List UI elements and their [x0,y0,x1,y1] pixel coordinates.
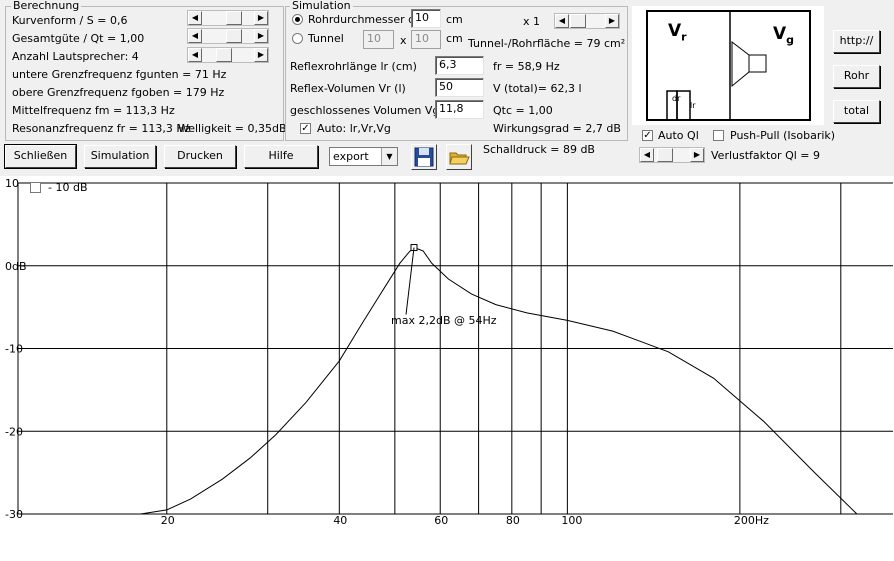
wirkungsgrad-label: Wirkungsgrad = 2,7 dB [493,122,621,135]
y-tick-label: -10 [5,343,23,356]
dr-input[interactable]: 10 [411,9,441,28]
x-tick-label: 20 [161,514,175,527]
scroll-right-icon[interactable]: ▶ [254,11,268,25]
lautsprecher-label: Anzahl Lautsprecher: 4 [12,50,139,63]
lr-input[interactable]: 6,3 [435,56,484,75]
scroll-left-icon[interactable]: ◀ [188,29,202,43]
fgoben-label: obere Grenzfrequenz fgoben = 179 Hz [12,86,225,99]
kurvenform-scrollbar[interactable]: ◀ ▶ [187,10,269,26]
scroll-left-icon[interactable]: ◀ [640,148,654,162]
fr-result: fr = 58,9 Hz [493,60,560,73]
x-tick-label: 40 [333,514,347,527]
y-tick-label: -30 [5,508,23,521]
minus10-checkbox[interactable] [30,182,41,193]
fr-label: Resonanzfrequenz fr = 113,3 Hz [12,122,191,135]
enclosure-diagram: Vr Vg dr lr [632,6,824,125]
fgunten-label: untere Grenzfrequenz fgunten = 71 Hz [12,68,227,81]
open-button[interactable] [446,144,472,170]
guete-scrollbar[interactable]: ◀ ▶ [187,28,269,44]
peak-leader-line [405,247,415,315]
vg-label: Vg [773,24,795,47]
tunnel-height-input[interactable]: 10 [411,30,441,49]
rohr-button[interactable]: Rohr [833,65,880,88]
export-select-value: export [333,150,369,163]
x-tick-label: 80 [506,514,520,527]
vr-label: Reflex-Volumen Vr (l) [290,82,406,95]
vr-input[interactable]: 50 [435,78,484,97]
lr-label: Reflexrohrlänge lr (cm) [290,60,417,73]
push-pull-label[interactable]: Push-Pull (Isobarik) [730,129,835,142]
vtotal-label: V (total)= 62,3 l [493,82,582,95]
y-tick-label: 10 [5,177,19,190]
total-button[interactable]: total [833,100,880,123]
minus10-label[interactable]: - 10 dB [48,181,88,194]
scroll-left-icon[interactable]: ◀ [188,11,202,25]
sim-group-legend: Simulation [290,0,353,12]
http-button[interactable]: http:// [833,30,880,53]
tunnel-radio[interactable] [292,33,303,44]
floppy-disk-icon [414,147,434,167]
dr-diagram-label: dr [672,94,681,103]
folder-open-icon [449,152,470,165]
simulation-button[interactable]: Simulation [84,145,156,168]
kurvenform-label: Kurvenform / S = 0,6 [12,14,128,27]
lautsprecher-scrollbar[interactable]: ◀ ▶ [187,47,269,63]
x-tick-label: 200Hz [734,514,769,527]
scroll-right-icon[interactable]: ▶ [690,148,704,162]
lr-diagram-label: lr [690,101,696,110]
scroll-thumb[interactable] [570,14,586,28]
rohr-radio[interactable] [292,14,303,25]
chevron-down-icon[interactable]: ▼ [381,148,397,165]
verlustfaktor-label: Verlustfaktor Ql = 9 [711,149,821,162]
y-tick-label: 0dB [5,260,27,273]
tunnel-unit: cm [446,32,463,45]
dr-unit: cm [446,13,463,26]
scroll-right-icon[interactable]: ▶ [605,14,619,28]
auto-ql-label[interactable]: Auto Ql [658,129,699,142]
verlustfaktor-scrollbar[interactable]: ◀ ▶ [639,147,705,163]
y-tick-label: -20 [5,425,23,438]
export-select[interactable]: export ▼ [329,147,398,166]
scroll-thumb[interactable] [216,48,232,62]
multiplier-label: x 1 [523,15,541,28]
push-pull-checkbox[interactable] [713,130,724,141]
response-curve [140,246,858,515]
scroll-left-icon[interactable]: ◀ [555,14,569,28]
tunnel-area-label: Tunnel-/Rohrfläche = 79 cm² [468,37,626,50]
schliessen-button[interactable]: Schließen [4,144,77,169]
scroll-left-icon[interactable]: ◀ [188,48,202,62]
multiplier-scrollbar[interactable]: ◀ ▶ [554,13,620,29]
plot-svg: 10 0dB -10 -20 -30 20 40 60 80 100 200Hz [5,177,893,527]
scroll-thumb[interactable] [657,148,673,162]
tunnel-x-label: x [400,34,407,47]
calc-group-legend: Berechnung [11,0,82,12]
hilfe-button[interactable]: Hilfe [244,145,318,168]
save-button[interactable] [411,144,437,170]
scroll-thumb[interactable] [226,11,242,25]
guete-label: Gesamtgüte / Qt = 1,00 [12,32,145,45]
welligkeit-label: Welligkeit = 0,35dB [178,122,287,135]
rohr-radio-label[interactable]: Rohrdurchmesser dr [308,13,420,26]
vg-input[interactable]: 11,8 [435,100,484,119]
schalldruck-label: Schalldruck = 89 dB [483,143,595,156]
vg-label: geschlossenes Volumen Vg (l) [290,104,455,117]
fm-label: Mittelfrequenz fm = 113,3 Hz [12,104,175,117]
x-tick-label: 60 [434,514,448,527]
scroll-thumb[interactable] [226,29,242,43]
drucken-button[interactable]: Drucken [164,145,236,168]
auto-ql-checkbox[interactable]: ✓ [642,130,653,141]
scroll-right-icon[interactable]: ▶ [254,29,268,43]
vr-label: Vr [668,21,687,44]
frequency-response-plot[interactable]: 10 0dB -10 -20 -30 20 40 60 80 100 200Hz [0,176,894,561]
qtc-label: Qtc = 1,00 [493,104,553,117]
max-annotation: max 2,2dB @ 54Hz [391,314,497,327]
x-tick-label: 100 [561,514,582,527]
tunnel-width-input[interactable]: 10 [363,30,394,49]
auto-lr-label[interactable]: Auto: lr,Vr,Vg [317,122,391,135]
auto-lr-checkbox[interactable]: ✓ [300,123,311,134]
scroll-right-icon[interactable]: ▶ [254,48,268,62]
tunnel-radio-label[interactable]: Tunnel [308,32,344,45]
